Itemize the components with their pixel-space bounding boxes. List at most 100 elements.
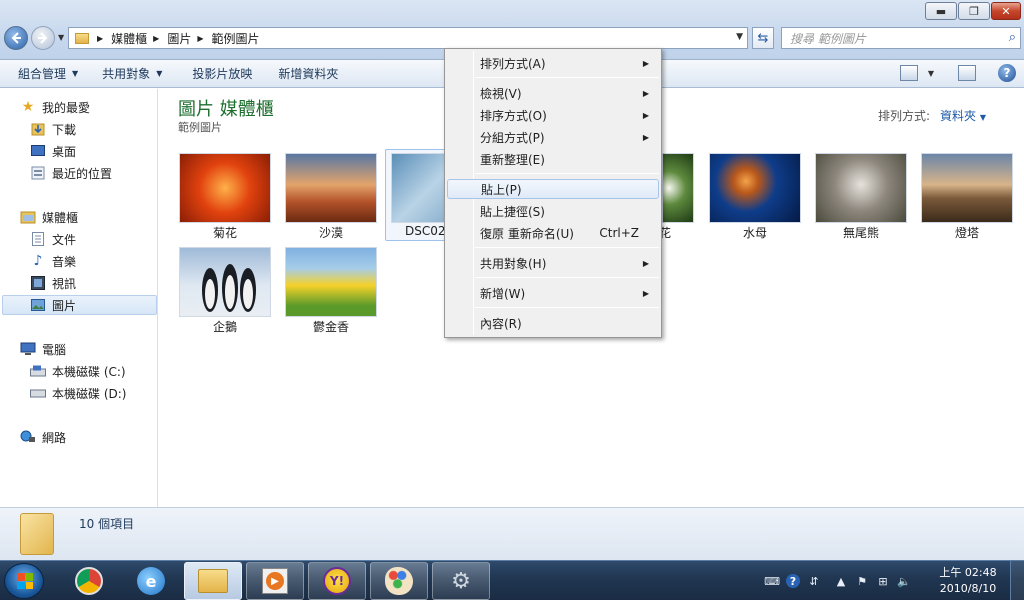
chrome-icon	[75, 567, 103, 595]
menu-label: 內容(R)	[480, 316, 522, 331]
menu-label: 共用對象(H)	[480, 256, 547, 271]
close-icon: ✕	[1001, 4, 1011, 18]
menu-item-properties[interactable]: 內容(R)	[447, 313, 659, 333]
sidebar-item-videos[interactable]: 視訊	[30, 273, 76, 293]
sidebar-item-libraries[interactable]: 媒體櫃	[20, 207, 78, 227]
sidebar-item-favorites[interactable]: ★ 我的最愛	[20, 97, 90, 117]
slideshow-label: 投影片放映	[192, 67, 253, 81]
menu-label: 檢視(V)	[480, 86, 522, 101]
help-icon[interactable]: ?	[786, 574, 800, 588]
preview-pane-button[interactable]	[958, 65, 976, 81]
media-player-taskbar-button[interactable]: ▶	[246, 562, 304, 600]
sidebar-item-pictures[interactable]: 圖片	[2, 295, 157, 315]
start-button[interactable]	[4, 563, 44, 599]
address-dropdown-icon[interactable]: ▼	[736, 32, 743, 42]
settings-taskbar-button[interactable]: ⚙	[432, 562, 490, 600]
thumbnail-koala[interactable]	[815, 153, 907, 223]
breadcrumb-arrow-icon[interactable]: ▶	[153, 34, 159, 43]
sidebar-label: 我的最愛	[42, 100, 91, 115]
drive-icon	[30, 364, 46, 378]
organize-button[interactable]: 組合管理 ▼	[0, 60, 90, 88]
sidebar-label: 本機磁碟 (C:)	[52, 364, 126, 379]
menu-item-new[interactable]: 新增(W) ▶	[447, 283, 659, 303]
sidebar-item-computer[interactable]: 電腦	[20, 339, 66, 359]
minimize-button[interactable]: ▬	[925, 2, 957, 20]
sidebar-item-documents[interactable]: 文件	[30, 229, 76, 249]
thumbnail-label: 鬱金香	[312, 320, 349, 334]
view-options-dropdown[interactable]: ▼	[928, 69, 934, 78]
input-method-icon[interactable]: ⇵	[807, 574, 821, 588]
thumbnail-lighthouse[interactable]	[921, 153, 1013, 223]
yahoo-messenger-taskbar-button[interactable]: Y!	[308, 562, 366, 600]
folder-icon	[198, 569, 228, 593]
clock[interactable]: 上午 02:48 2010/8/10	[932, 565, 1004, 597]
network-icon[interactable]: ⊞	[876, 574, 890, 588]
show-hidden-icons[interactable]: ▲	[834, 574, 848, 588]
menu-item-refresh[interactable]: 重新整理(E)	[447, 149, 659, 169]
sidebar-item-drive-d[interactable]: 本機磁碟 (D:)	[30, 383, 126, 403]
menu-item-view[interactable]: 檢視(V) ▶	[447, 83, 659, 103]
menu-item-paste-shortcut[interactable]: 貼上捷徑(S)	[447, 201, 659, 221]
back-button[interactable]	[4, 26, 28, 50]
arrange-label: 排列方式:	[877, 109, 930, 123]
breadcrumb-libraries[interactable]: 媒體櫃	[111, 30, 147, 47]
recent-pages-dropdown[interactable]: ▼	[58, 33, 64, 42]
recent-places-icon	[30, 166, 46, 180]
item-count: 10 個項目	[79, 517, 135, 531]
ie-taskbar-button[interactable]: e	[122, 562, 180, 600]
new-folder-button[interactable]: 新增資料夾	[264, 60, 350, 88]
paint-taskbar-button[interactable]	[370, 562, 428, 600]
sidebar-item-recent[interactable]: 最近的位置	[30, 163, 112, 183]
menu-item-group[interactable]: 分組方式(P) ▶	[447, 127, 659, 147]
thumbnail-chrysanthemum[interactable]	[179, 153, 271, 223]
thumbnail-dsc02[interactable]	[391, 153, 445, 223]
address-bar[interactable]: ▶ 媒體櫃 ▶ 圖片 ▶ 範例圖片 ▼	[68, 27, 748, 49]
refresh-button[interactable]: ⇆	[752, 27, 774, 49]
thumbnail-hydrangea[interactable]	[662, 153, 694, 223]
chrome-taskbar-button[interactable]	[60, 562, 118, 600]
sidebar-item-drive-c[interactable]: 本機磁碟 (C:)	[30, 361, 126, 381]
forward-button[interactable]	[31, 26, 55, 50]
breadcrumb-sample-pictures[interactable]: 範例圖片	[212, 30, 260, 47]
thumbnail-jellyfish[interactable]	[709, 153, 801, 223]
close-button[interactable]: ✕	[991, 2, 1021, 20]
details-pane: 10 個項目	[0, 507, 1024, 560]
thumbnail-penguins[interactable]	[179, 247, 271, 317]
maximize-button[interactable]: ❐	[958, 2, 990, 20]
menu-item-sort[interactable]: 排序方式(O) ▶	[447, 105, 659, 125]
explorer-taskbar-button[interactable]	[184, 562, 242, 600]
thumbnail-label: 燈塔	[954, 226, 979, 240]
action-center-flag-icon[interactable]: ⚑	[855, 574, 869, 588]
music-icon: ♪	[33, 253, 43, 269]
breadcrumb-arrow-icon[interactable]: ▶	[197, 34, 203, 43]
penguins-shape	[202, 264, 256, 312]
thumbnail-desert[interactable]	[285, 153, 377, 223]
change-view-button[interactable]	[899, 65, 918, 81]
sidebar-item-network[interactable]: 網路	[20, 427, 66, 447]
menu-item-arrange[interactable]: 排列方式(A) ▶	[447, 53, 659, 73]
sidebar-item-desktop[interactable]: 桌面	[30, 141, 76, 161]
menu-label: 貼上捷徑(S)	[480, 204, 545, 219]
library-subtitle: 範例圖片	[178, 121, 222, 134]
sidebar-item-music[interactable]: ♪ 音樂	[30, 251, 76, 271]
show-desktop-button[interactable]	[1010, 561, 1024, 600]
paint-palette-icon	[385, 567, 413, 595]
menu-item-share[interactable]: 共用對象(H) ▶	[447, 253, 659, 273]
keyboard-icon[interactable]: ⌨	[764, 574, 780, 588]
menu-separator	[475, 277, 659, 278]
menu-item-paste[interactable]: 貼上(P)	[447, 179, 659, 199]
volume-icon[interactable]: 🔈	[897, 574, 911, 588]
refresh-icon: ⇆	[757, 30, 769, 46]
slideshow-button[interactable]: 投影片放映	[174, 60, 264, 88]
sidebar-item-downloads[interactable]: 下載	[30, 119, 76, 139]
search-icon[interactable]: ⌕	[1009, 30, 1016, 45]
thumbnail-tulips[interactable]	[285, 247, 377, 317]
share-button[interactable]: 共用對象 ▼	[90, 60, 174, 88]
breadcrumb-pictures[interactable]: 圖片	[167, 30, 191, 47]
menu-item-undo-rename[interactable]: 復原 重新命名(U) Ctrl+Z	[447, 223, 659, 243]
folder-icon	[75, 32, 89, 44]
shortcut-label: Ctrl+Z	[599, 226, 639, 240]
arrange-dropdown[interactable]: 資料夾 ▼	[940, 109, 986, 123]
search-input[interactable]: 搜尋 範例圖片 ⌕	[781, 27, 1021, 49]
help-button[interactable]: ?	[998, 64, 1016, 82]
